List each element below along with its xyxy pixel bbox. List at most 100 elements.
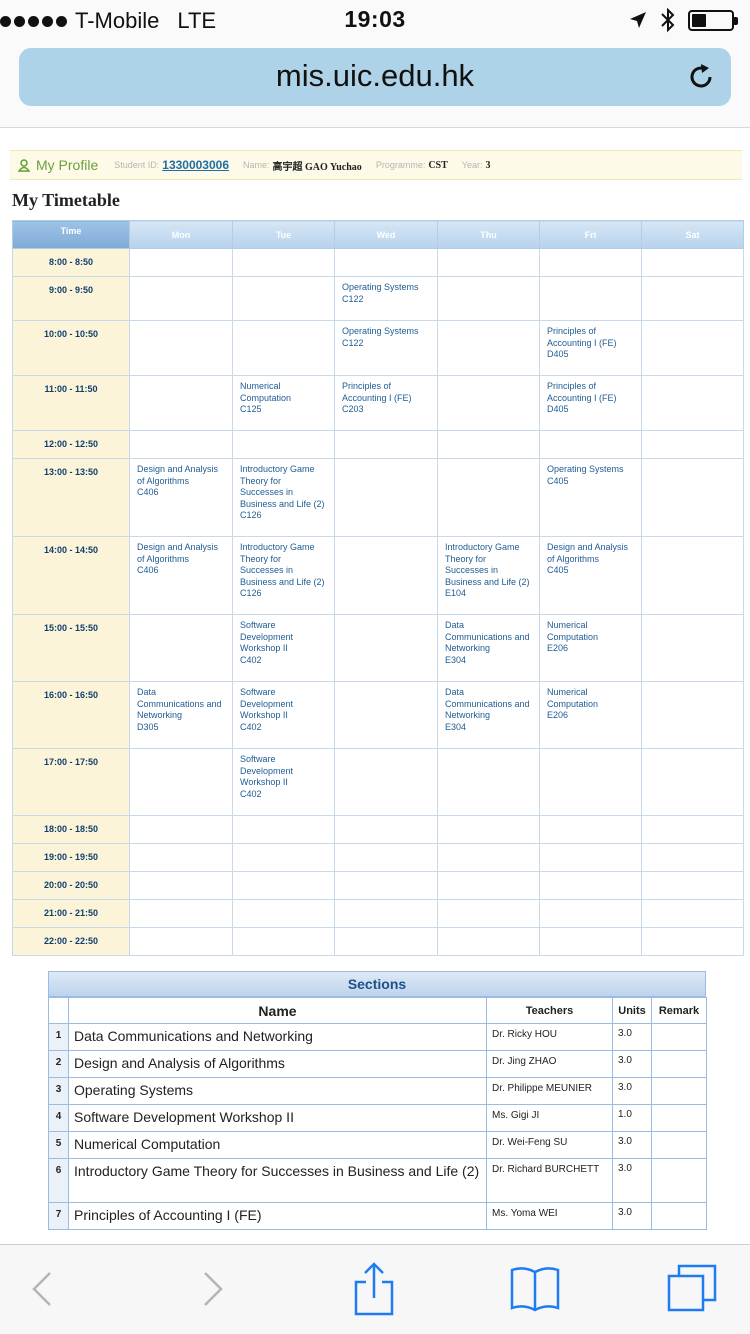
section-teacher: Dr. Jing ZHAO: [486, 1050, 613, 1078]
timetable-cell[interactable]: Design and Analysis of Algorithms C405: [539, 536, 642, 615]
section-row: 1 Data Communications and Networking Dr. R…: [48, 1023, 707, 1051]
course-text: Operating Systems: [547, 464, 624, 474]
timetable-cell[interactable]: Operating Systems C122: [334, 276, 438, 321]
timetable-cell[interactable]: Principles of Accounting I (FE) C203: [334, 375, 438, 431]
timetable-cell[interactable]: Operating Systems C405: [539, 458, 642, 537]
timetable-row: 12:00 - 12:50: [12, 430, 744, 459]
timetable-cell[interactable]: Data Communications and Networking D305: [129, 681, 233, 749]
tabs-button[interactable]: [662, 1259, 722, 1319]
back-button[interactable]: [13, 1259, 73, 1319]
name-label: Name:: [243, 160, 270, 170]
user-icon: [18, 158, 30, 172]
safari-window: T-Mobile LTE 19:03 mis.uic.edu.hk My Pro…: [0, 0, 750, 1334]
timetable-cell[interactable]: Introductory Game Theory for Successes in B…: [232, 536, 335, 615]
sections-remark-header: Remark: [651, 997, 707, 1024]
timetable-cell: [334, 843, 438, 872]
course-text: Computation: [547, 631, 599, 642]
timetable-cell: [129, 871, 233, 900]
course-text: Operating Systems: [342, 326, 419, 336]
timeslot-label: 8:00 - 8:50: [12, 248, 130, 277]
timetable-cell: [232, 815, 335, 844]
course-text: Introductory Game: [240, 464, 315, 474]
timetable-cell: [129, 320, 233, 376]
timetable-cell[interactable]: Principles of Accounting I (FE) D405: [539, 320, 642, 376]
timetable-cell: [539, 748, 642, 816]
timetable-cell[interactable]: Software Development Workshop II C402: [232, 614, 335, 682]
timetable-row: 14:00 - 14:50 Design and Analysis of Algor…: [12, 536, 744, 615]
timetable-cell: [129, 276, 233, 321]
course-text: Business and Life (2): [445, 576, 530, 587]
timetable-cell: [437, 320, 540, 376]
section-row: 2 Design and Analysis of Algorithms Dr. Ji…: [48, 1050, 707, 1078]
course-text: of Algorithms: [137, 553, 190, 564]
timetable-cell: [129, 815, 233, 844]
course-text: C402: [240, 788, 262, 799]
student-name: 高宇超 GAO Yuchao: [272, 161, 362, 173]
timetable-day-header: Tue: [232, 220, 335, 249]
timetable-cell: [334, 899, 438, 928]
timetable-cell: [641, 871, 744, 900]
address-bar[interactable]: mis.uic.edu.hk: [19, 48, 731, 106]
timetable-cell: [539, 843, 642, 872]
section-name: Introductory Game Theory for Successes i…: [68, 1158, 487, 1203]
timetable-cell: [129, 927, 233, 956]
course-text: Design and Analysis: [137, 542, 219, 552]
course-text: C402: [240, 721, 262, 732]
timetable-cell[interactable]: Operating Systems C122: [334, 320, 438, 376]
course-text: Numerical: [240, 381, 281, 391]
timetable-cell: [641, 927, 744, 956]
timetable-cell: [641, 748, 744, 816]
timetable-cell: [334, 614, 438, 682]
section-remark: [651, 1158, 707, 1203]
my-profile-link[interactable]: My Profile: [36, 157, 98, 173]
section-units: 3.0: [612, 1023, 652, 1051]
course-text: Networking: [445, 710, 491, 721]
timetable-cell[interactable]: Introductory Game Theory for Successes in B…: [437, 536, 540, 615]
timetable-cell[interactable]: Design and Analysis of Algorithms C406: [129, 536, 233, 615]
programme-label: Programme:: [375, 160, 426, 170]
course-text: Communications and: [445, 631, 530, 642]
bookmarks-button[interactable]: [505, 1259, 565, 1319]
course-text: Networking: [445, 643, 491, 654]
timetable-row: 15:00 - 15:50 Software Development Workshop…: [12, 614, 744, 682]
timeslot-label: 17:00 - 17:50: [12, 748, 130, 816]
timetable-cell[interactable]: Principles of Accounting I (FE) D405: [539, 375, 642, 431]
forward-button[interactable]: [182, 1259, 242, 1319]
timetable-cell[interactable]: Data Communications and Networking E304: [437, 614, 540, 682]
course-text: Theory for: [240, 553, 282, 564]
timetable-cell[interactable]: Numerical Computation E206: [539, 614, 642, 682]
timetable-cell[interactable]: Software Development Workshop II C402: [232, 681, 335, 749]
status-bar: T-Mobile LTE 19:03: [0, 0, 750, 40]
share-button[interactable]: [344, 1259, 404, 1319]
url-text[interactable]: mis.uic.edu.hk: [19, 58, 731, 94]
timetable-cell: [437, 430, 540, 459]
timetable-day-header: Sat: [641, 220, 744, 249]
timetable-cell[interactable]: Numerical Computation C125: [232, 375, 335, 431]
student-id-link[interactable]: 1330003006: [162, 158, 229, 172]
timetable-cell[interactable]: Data Communications and Networking E304: [437, 681, 540, 749]
timeslot-label: 11:00 - 11:50: [12, 375, 130, 431]
timetable-cell: [641, 320, 744, 376]
timeslot-label: 13:00 - 13:50: [12, 458, 130, 537]
timetable-cell: [641, 614, 744, 682]
timetable-cell: [641, 276, 744, 321]
section-units: 3.0: [612, 1077, 652, 1105]
section-units: 3.0: [612, 1131, 652, 1159]
timetable-cell: [334, 248, 438, 277]
timeslot-label: 16:00 - 16:50: [12, 681, 130, 749]
section-remark: [651, 1023, 707, 1051]
timetable-header-row: Time Mon Tue Wed Thu Fri Sat: [12, 220, 744, 249]
section-units: 3.0: [612, 1202, 652, 1230]
timetable-cell: [437, 899, 540, 928]
course-text: Successes in: [240, 565, 294, 576]
section-row: 3 Operating Systems Dr. Philippe MEUNIER 3.…: [48, 1077, 707, 1105]
course-text: Data: [137, 687, 157, 697]
timetable-day-header: Wed: [334, 220, 438, 249]
reload-icon[interactable]: [685, 61, 717, 93]
timetable-cell[interactable]: Numerical Computation E206: [539, 681, 642, 749]
timetable-cell[interactable]: Introductory Game Theory for Successes in B…: [232, 458, 335, 537]
course-text: Introductory Game: [445, 542, 520, 552]
timetable-cell[interactable]: Software Development Workshop II C402: [232, 748, 335, 816]
timetable-cell[interactable]: Design and Analysis of Algorithms C406: [129, 458, 233, 537]
section-units: 3.0: [612, 1050, 652, 1078]
